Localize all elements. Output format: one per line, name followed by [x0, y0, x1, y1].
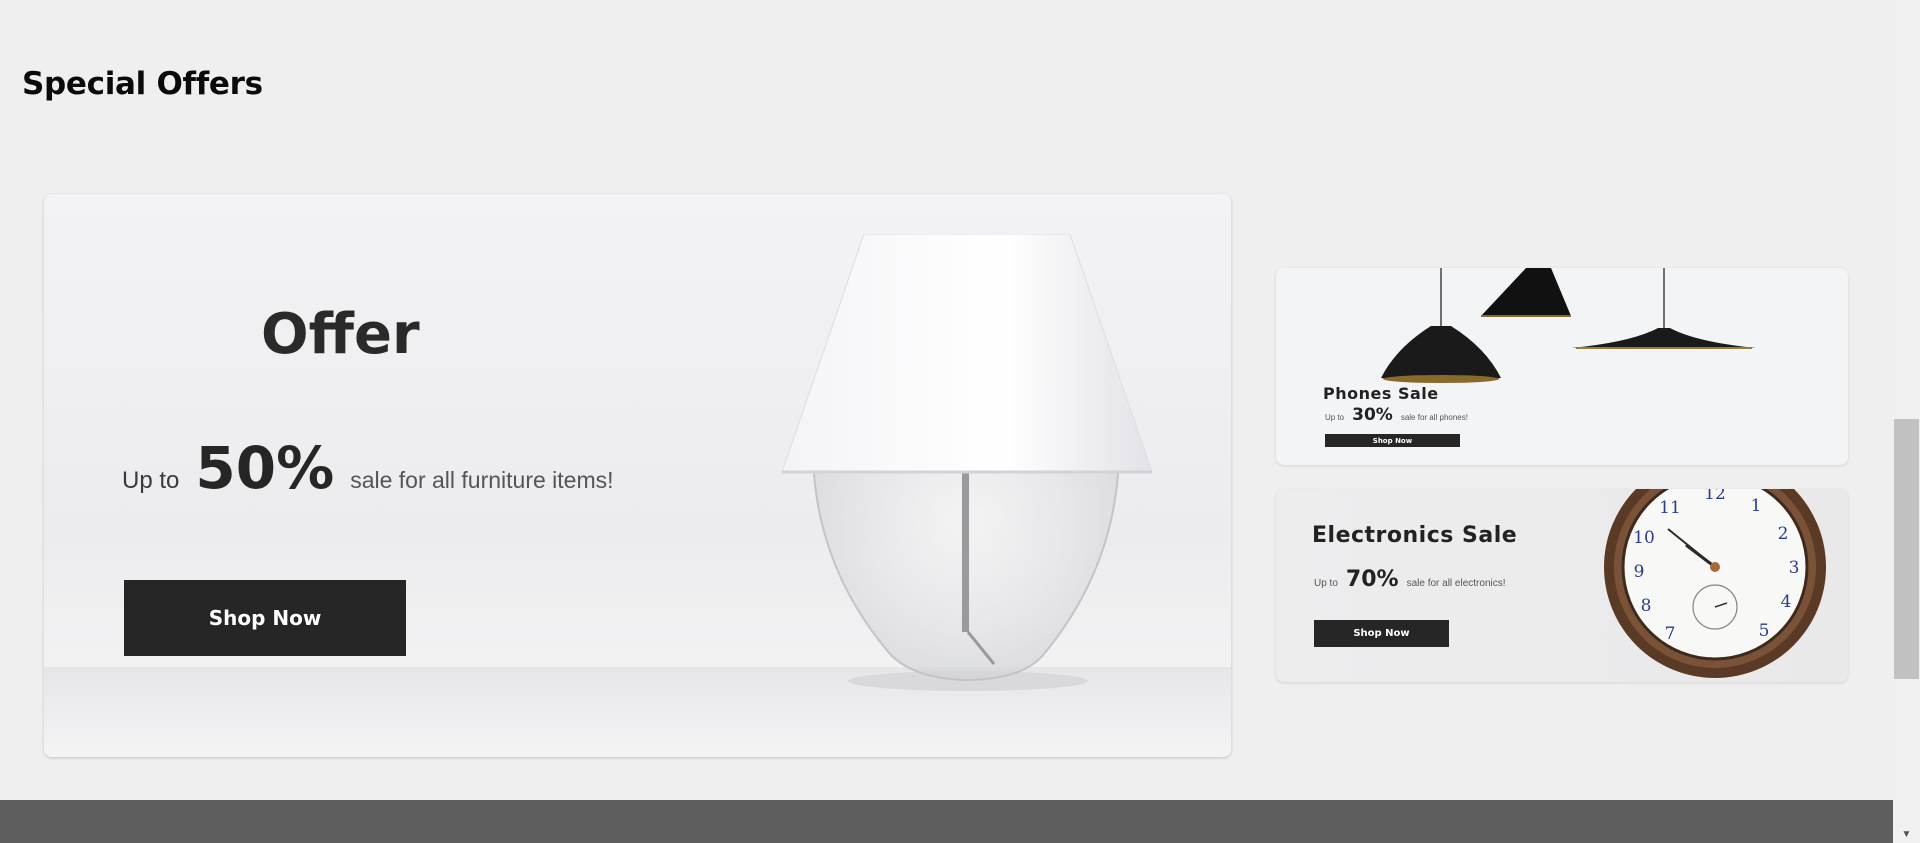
discount-description: sale for all furniture items!: [350, 467, 614, 493]
electronics-sale-title: Electronics Sale: [1312, 523, 1518, 548]
up-to-label: Up to: [1325, 413, 1345, 422]
footer-bar: [0, 800, 1893, 843]
svg-text:5: 5: [1759, 621, 1770, 641]
svg-text:12: 12: [1704, 489, 1726, 504]
discount-percent: 50%: [195, 434, 335, 502]
up-to-label: Up to: [122, 467, 180, 494]
svg-text:10: 10: [1633, 528, 1655, 548]
vertical-scrollbar[interactable]: ▼: [1893, 0, 1920, 843]
page: Special Offers Offer Up to 50% sale for …: [0, 0, 1920, 843]
svg-text:11: 11: [1659, 498, 1681, 518]
svg-text:8: 8: [1641, 596, 1652, 616]
section-title: Special Offers: [22, 66, 263, 102]
pendant-lamps-image: [1381, 268, 1756, 383]
offer-discount-line: Up to 50% sale for all furniture items!: [122, 434, 614, 502]
table-lamp-image: [781, 234, 1153, 691]
shop-now-button[interactable]: Shop Now: [1325, 434, 1460, 447]
discount-description: sale for all electronics!: [1406, 578, 1506, 589]
discount-percent: 30%: [1352, 405, 1393, 425]
electronics-discount-line: Up to 70% sale for all electronics!: [1314, 567, 1506, 592]
up-to-label: Up to: [1314, 578, 1338, 589]
scrollbar-thumb[interactable]: [1894, 419, 1919, 679]
svg-text:3: 3: [1789, 558, 1800, 578]
svg-text:2: 2: [1778, 524, 1789, 544]
svg-text:7: 7: [1665, 624, 1676, 644]
svg-text:9: 9: [1634, 562, 1645, 582]
phones-sale-title: Phones Sale: [1323, 384, 1439, 403]
chevron-down-icon[interactable]: ▼: [1893, 826, 1920, 843]
phones-discount-line: Up to 30% sale for all phones!: [1325, 405, 1468, 425]
shop-now-button[interactable]: Shop Now: [1314, 620, 1449, 647]
discount-percent: 70%: [1345, 567, 1399, 592]
electronics-offer-banner[interactable]: 12 1 2 3 4 5 7 8 9 10 11 Electronics Sal…: [1276, 489, 1848, 682]
discount-description: sale for all phones!: [1400, 413, 1468, 422]
svg-text:4: 4: [1781, 592, 1792, 612]
furniture-offer-banner[interactable]: Offer Up to 50% sale for all furniture i…: [44, 194, 1231, 757]
svg-text:1: 1: [1751, 496, 1762, 516]
pocket-watch-image: 12 1 2 3 4 5 7 8 9 10 11: [1604, 489, 1826, 678]
shop-now-button[interactable]: Shop Now: [124, 580, 406, 656]
offer-title: Offer: [261, 302, 420, 367]
phones-offer-banner[interactable]: Phones Sale Up to 30% sale for all phone…: [1276, 268, 1848, 465]
